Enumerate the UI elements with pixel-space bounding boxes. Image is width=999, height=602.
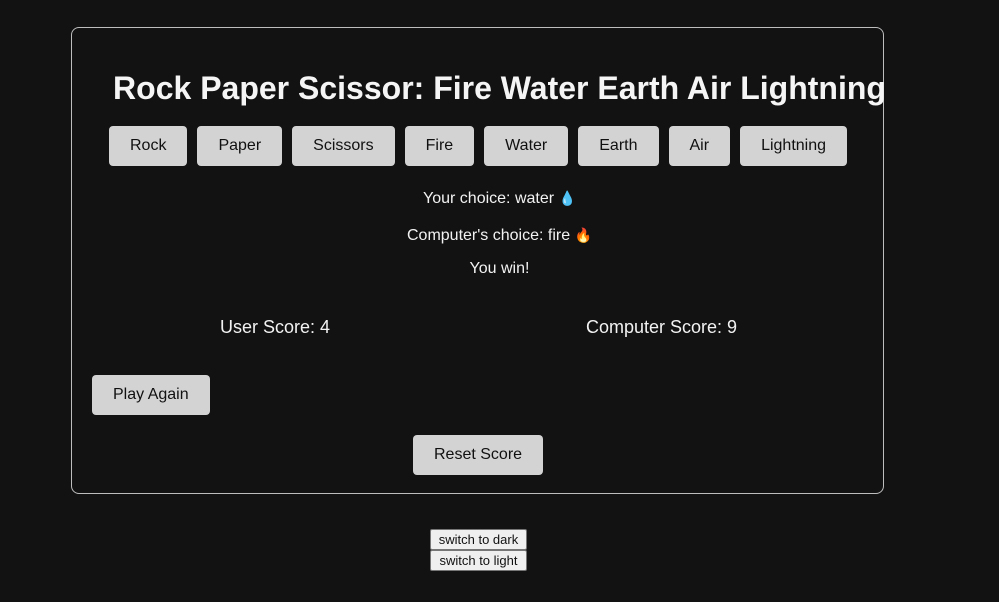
- scissors-button[interactable]: Scissors: [292, 126, 395, 166]
- fire-icon: 🔥: [574, 227, 592, 243]
- result-text: You win!: [469, 260, 530, 277]
- lightning-button[interactable]: Lightning: [740, 126, 848, 166]
- paper-button[interactable]: Paper: [197, 126, 283, 166]
- water-button[interactable]: Water: [484, 126, 569, 166]
- fire-button[interactable]: Fire: [404, 126, 475, 166]
- reset-score-button[interactable]: Reset Score: [413, 435, 544, 475]
- computer-choice-text: Computer's choice: fire: [406, 227, 571, 244]
- water-drop-icon: 💧: [558, 190, 576, 206]
- user-score: User Score: 4: [220, 317, 331, 337]
- game-title: Rock Paper Scissor: Fire Water Earth Air…: [113, 70, 886, 106]
- choice-buttons: Rock Paper Scissors Fire Water Earth Air…: [109, 126, 848, 166]
- user-choice-line: Your choice: water 💧: [0, 188, 999, 209]
- air-button[interactable]: Air: [668, 126, 731, 166]
- switch-to-dark-button[interactable]: switch to dark: [430, 529, 527, 550]
- switch-to-light-button[interactable]: switch to light: [430, 550, 527, 571]
- user-choice-text: Your choice: water: [423, 190, 555, 207]
- earth-button[interactable]: Earth: [578, 126, 659, 166]
- play-again-button[interactable]: Play Again: [92, 375, 210, 415]
- rock-button[interactable]: Rock: [109, 126, 188, 166]
- computer-score: Computer Score: 9: [586, 317, 738, 337]
- computer-choice-line: Computer's choice: fire 🔥: [0, 225, 999, 246]
